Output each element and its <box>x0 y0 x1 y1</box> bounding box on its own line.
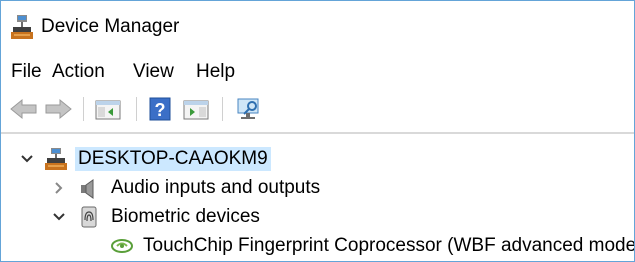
menu-bar: File Action View Help <box>1 59 634 85</box>
toolbar: ? <box>1 93 634 125</box>
forward-icon[interactable] <box>43 95 73 123</box>
scan-hardware-icon[interactable] <box>233 95 263 123</box>
fingerprint-sensor-icon <box>110 235 133 257</box>
tree-item-audio-inputs-outputs[interactable]: Audio inputs and outputs <box>1 174 634 203</box>
tree-item-label: Audio inputs and outputs <box>111 177 321 198</box>
show-hide-action-pane-icon[interactable] <box>181 95 211 123</box>
tree-item-biometric-devices[interactable]: Biometric devices <box>1 203 634 232</box>
toolbar-separator <box>83 97 84 121</box>
device-manager-icon <box>11 15 33 39</box>
device-manager-window: Device Manager File Action View Help ? D… <box>0 0 635 262</box>
help-icon[interactable]: ? <box>147 95 173 123</box>
chevron-down-icon[interactable] <box>19 150 35 168</box>
fingerprint-device-icon <box>78 206 100 228</box>
chevron-right-icon[interactable] <box>51 179 67 197</box>
tree-item-label: TouchChip Fingerprint Coprocessor (WBF a… <box>143 235 635 256</box>
tree-root[interactable]: DESKTOP-CAAOKM9 <box>1 145 634 174</box>
menu-action[interactable]: Action <box>52 59 105 85</box>
svg-text:?: ? <box>155 100 166 120</box>
computer-icon <box>45 148 67 170</box>
window-title: Device Manager <box>41 16 180 37</box>
speaker-icon <box>78 177 100 199</box>
toolbar-separator <box>222 97 223 121</box>
show-hide-console-tree-icon[interactable] <box>93 95 123 123</box>
menu-view[interactable]: View <box>133 59 174 85</box>
device-tree: DESKTOP-CAAOKM9 Audio inputs and outputs <box>1 134 634 261</box>
menu-help[interactable]: Help <box>196 59 235 85</box>
menu-file[interactable]: File <box>11 59 42 85</box>
tree-item-touchchip-fingerprint[interactable]: TouchChip Fingerprint Coprocessor (WBF a… <box>1 232 634 261</box>
title-bar[interactable]: Device Manager <box>1 1 634 51</box>
back-icon[interactable] <box>9 95 39 123</box>
tree-item-label: Biometric devices <box>111 206 260 227</box>
tree-root-label: DESKTOP-CAAOKM9 <box>75 147 271 171</box>
toolbar-separator <box>136 97 137 121</box>
chevron-down-icon[interactable] <box>51 208 67 226</box>
